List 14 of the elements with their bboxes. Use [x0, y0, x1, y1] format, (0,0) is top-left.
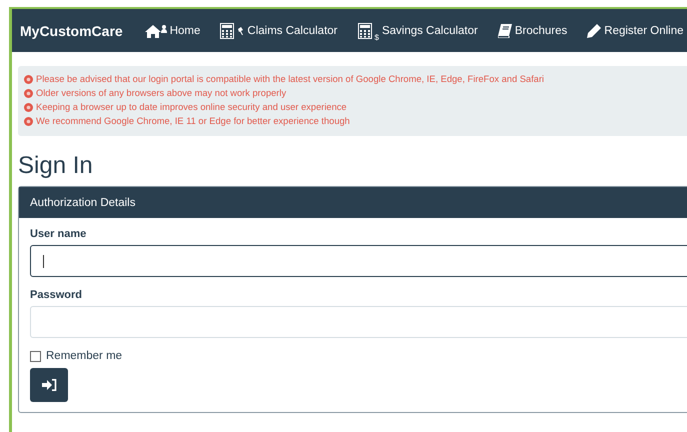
nav-link[interactable]: Register Online	[587, 24, 684, 38]
panel-title: Authorization Details	[30, 196, 136, 208]
field-label: Password	[30, 289, 83, 301]
nav-link[interactable]: Claims Calculator	[220, 22, 338, 38]
brand-logo[interactable]: MyCustomCare	[20, 22, 123, 38]
notice-text: Keeping a browser up to date improves online security and user experience	[36, 101, 347, 114]
field-label: User name	[30, 228, 88, 240]
notice-text: Older versions of any browsers above may not work properly	[36, 87, 286, 100]
nav-link[interactable]: Home	[144, 24, 200, 38]
checkbox-label: Remember me	[46, 350, 122, 362]
nav-link[interactable]: Brochures	[498, 24, 568, 38]
notice-text: Please be advised that our login portal is compatible with the latest version of Google Chrome, IE, Edge, FireFox and Safari	[36, 73, 544, 86]
page-title: Sign In	[18, 152, 94, 180]
notice-text: We recommend Google Chrome, IE 11 or Edge for better experience though	[36, 115, 350, 128]
